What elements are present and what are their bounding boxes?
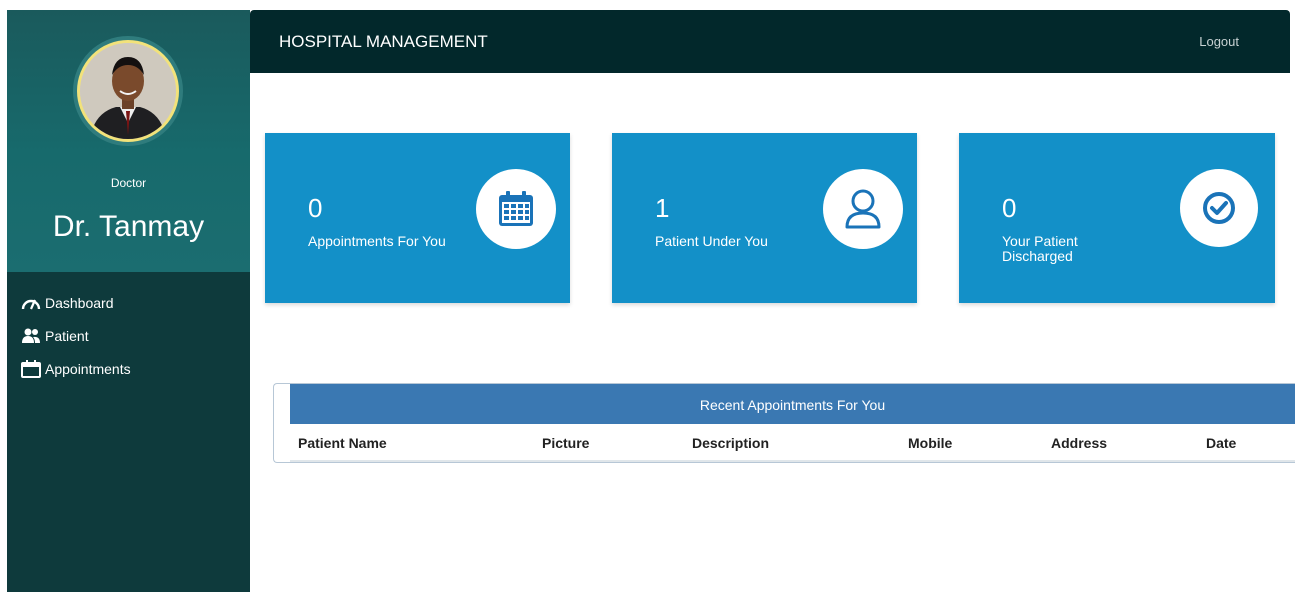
patients-card[interactable]: 1 Patient Under You xyxy=(612,133,917,303)
users-icon xyxy=(22,328,40,343)
card-label: Your Patient Discharged xyxy=(1002,233,1078,264)
column-header-patient-name: Patient Name xyxy=(298,435,387,451)
card-icon-circle xyxy=(476,169,556,249)
speedometer-icon xyxy=(21,299,41,309)
sidebar-item-patient[interactable]: Patient xyxy=(7,319,250,352)
avatar xyxy=(77,40,179,142)
sidebar-item-label: Appointments xyxy=(45,360,131,377)
column-header-description: Description xyxy=(692,435,770,451)
calendar-icon xyxy=(21,359,41,378)
discharged-card[interactable]: 0 Your Patient Discharged xyxy=(959,133,1275,303)
user-outline-icon xyxy=(845,189,881,229)
logout-link[interactable]: Logout xyxy=(1199,34,1239,49)
card-value: 1 xyxy=(655,193,670,223)
column-header-picture: Picture xyxy=(542,435,590,451)
column-header-address: Address xyxy=(1051,435,1108,451)
table-header: Patient Name Picture Description Mobile … xyxy=(290,424,1295,462)
column-header-mobile: Mobile xyxy=(908,435,953,451)
doctor-name: Dr. Tanmay xyxy=(52,210,205,243)
card-label: Appointments For You xyxy=(308,233,446,249)
sidebar-item-label: Patient xyxy=(45,327,89,344)
profile-section: Doctor Dr. Tanmay xyxy=(7,10,250,272)
sidebar-item-appointments[interactable]: Appointments xyxy=(7,352,250,385)
avatar-ring xyxy=(73,36,183,146)
sidebar-item-dashboard[interactable]: Dashboard xyxy=(7,286,250,319)
card-value: 0 xyxy=(308,193,323,223)
sidebar-item-label: Dashboard xyxy=(45,294,114,311)
card-icon-circle xyxy=(1180,169,1258,247)
sidebar: Doctor Dr. Tanmay Dashboard Patient Appo… xyxy=(7,10,250,592)
calendar-grid-icon xyxy=(499,191,533,226)
top-navbar: HOSPITAL MANAGEMENT Logout xyxy=(250,10,1290,73)
user-role: Doctor xyxy=(110,176,147,190)
appointments-card[interactable]: 0 Appointments For You xyxy=(265,133,570,303)
card-label: Patient Under You xyxy=(655,233,768,249)
card-icon-circle xyxy=(823,169,903,249)
card-value: 0 xyxy=(1002,193,1017,223)
sidebar-nav: Dashboard Patient Appointments xyxy=(7,272,250,385)
column-header-date: Date xyxy=(1206,435,1237,451)
app-title: HOSPITAL MANAGEMENT xyxy=(279,32,488,51)
check-circle-icon xyxy=(1203,192,1235,224)
panel-title: Recent Appointments For You xyxy=(290,384,1295,424)
recent-appointments-panel: Recent Appointments For You Patient Name… xyxy=(273,383,1295,463)
